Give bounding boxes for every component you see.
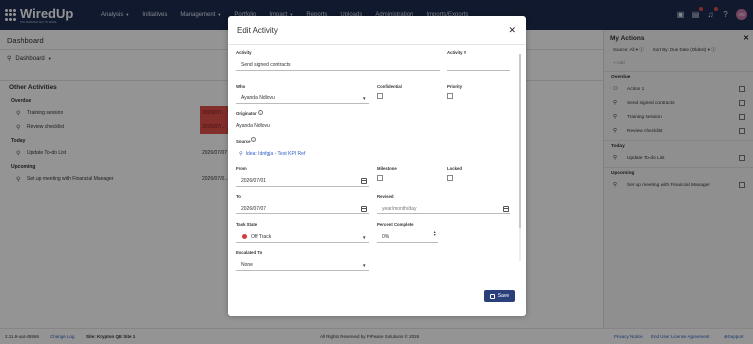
calendar-icon[interactable] [361,178,367,184]
activity-label: Activity [236,50,252,55]
lightbulb-icon: ⚲ [239,151,243,157]
chevron-down-icon: ▼ [362,96,367,101]
modal-body [228,44,526,279]
from-underline [236,186,369,187]
milestone-label: Milestone [377,166,397,171]
confidential-label: Confidential [377,84,402,89]
revised-label: Revised [377,194,394,199]
info-icon[interactable]: i [251,137,256,142]
info-icon[interactable]: i [258,110,263,115]
percent-complete-input[interactable]: 0% [382,234,389,240]
revised-date-input[interactable]: year/month/day [382,206,416,212]
task-state-label: Task State [236,222,258,227]
chevron-down-icon: ▼ [362,263,367,268]
edit-activity-modal: Edit Activity ✕ Activity Send signed con… [228,16,526,316]
percent-underline [377,242,438,243]
revised-underline [377,213,510,214]
stepper-icon[interactable]: ▲ ▼ [433,230,436,237]
escalated-to-select[interactable]: None [241,262,253,268]
activity-underline [236,70,440,71]
activity-input[interactable]: Send signed contracts [241,62,290,68]
originator-label: Originator [236,111,257,116]
status-dot [242,234,247,239]
save-button[interactable]: Save [484,290,515,302]
scrollbar-thumb[interactable] [519,54,521,228]
locked-label: Locked [447,166,463,171]
milestone-checkbox[interactable] [377,175,383,181]
save-icon [489,293,495,299]
locked-checkbox[interactable] [447,175,453,181]
priority-checkbox[interactable] [447,93,453,99]
activity-number-input[interactable] [447,70,510,71]
escalated-to-label: Escalated To [236,250,263,255]
source-link[interactable]: ⚲ Idea: Idnfgja - Test KPI Ref [239,151,305,157]
originator-value: Ayanda Ndlovu [236,123,270,129]
confidential-checkbox[interactable] [377,93,383,99]
task-state-select[interactable]: Off Track [251,234,271,240]
to-date-input[interactable]: 2026/07/07 [241,206,266,212]
priority-label: Priority [447,84,463,89]
task-state-underline [236,242,369,243]
chevron-down-icon: ▼ [362,235,367,240]
calendar-icon[interactable] [503,206,509,212]
percent-complete-label: Percent Complete [377,222,414,227]
who-select[interactable]: Ayanda Ndlovu [241,95,275,101]
to-underline [236,213,369,214]
who-label: Who [236,84,246,89]
who-underline [236,103,369,104]
activity-number-label: Activity # [447,50,467,55]
from-date-input[interactable]: 2026/07/01 [241,178,266,184]
modal-scrollbar[interactable] [519,54,521,261]
calendar-icon[interactable] [361,206,367,212]
escalated-underline [236,270,369,271]
modal-title: Edit Activity [237,26,278,35]
to-label: To [236,194,241,199]
source-label: Source [236,139,251,144]
from-label: From [236,166,247,171]
close-icon[interactable]: ✕ [508,25,516,36]
